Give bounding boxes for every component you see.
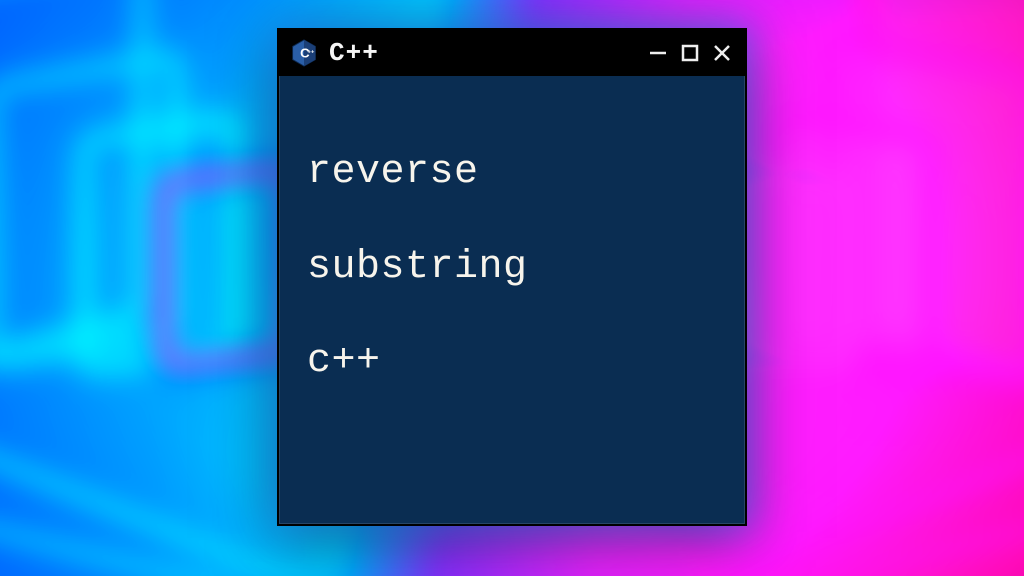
terminal-line: reverse [307, 149, 717, 196]
terminal-window: C + + C++ reverse substring c++ [277, 28, 747, 526]
cpp-logo-icon: C + + [289, 38, 319, 68]
minimize-button[interactable] [647, 42, 669, 64]
terminal-line: substring [307, 244, 717, 291]
close-button[interactable] [711, 42, 733, 64]
window-title: C++ [329, 38, 379, 68]
maximize-button[interactable] [679, 42, 701, 64]
terminal-body[interactable]: reverse substring c++ [279, 76, 745, 458]
window-titlebar[interactable]: C + + C++ [279, 30, 745, 76]
window-controls [647, 42, 733, 64]
terminal-line: c++ [307, 338, 717, 385]
